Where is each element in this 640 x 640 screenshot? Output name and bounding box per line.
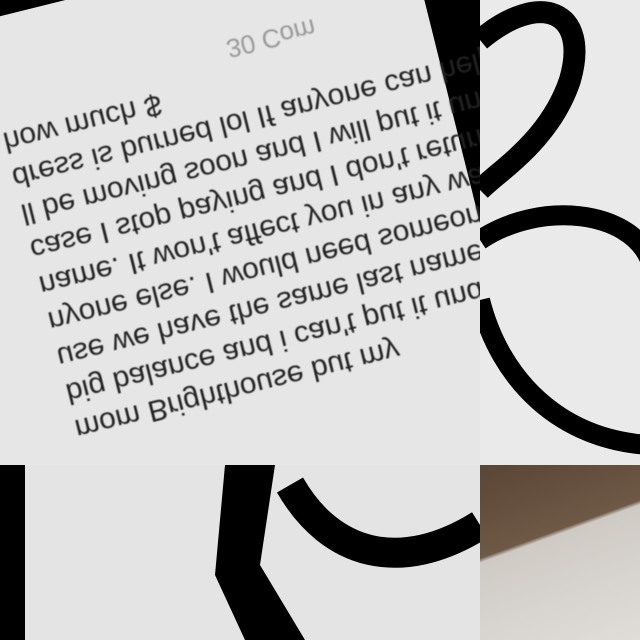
- stroke-tile: [0, 465, 480, 640]
- curve-tile: [480, 0, 640, 465]
- letter-strokes: [0, 465, 480, 640]
- flipped-text-tile: mom Brighthouse but my big balance and i…: [0, 0, 480, 465]
- curve-strokes: [480, 1, 640, 455]
- photo-tile: [480, 465, 640, 640]
